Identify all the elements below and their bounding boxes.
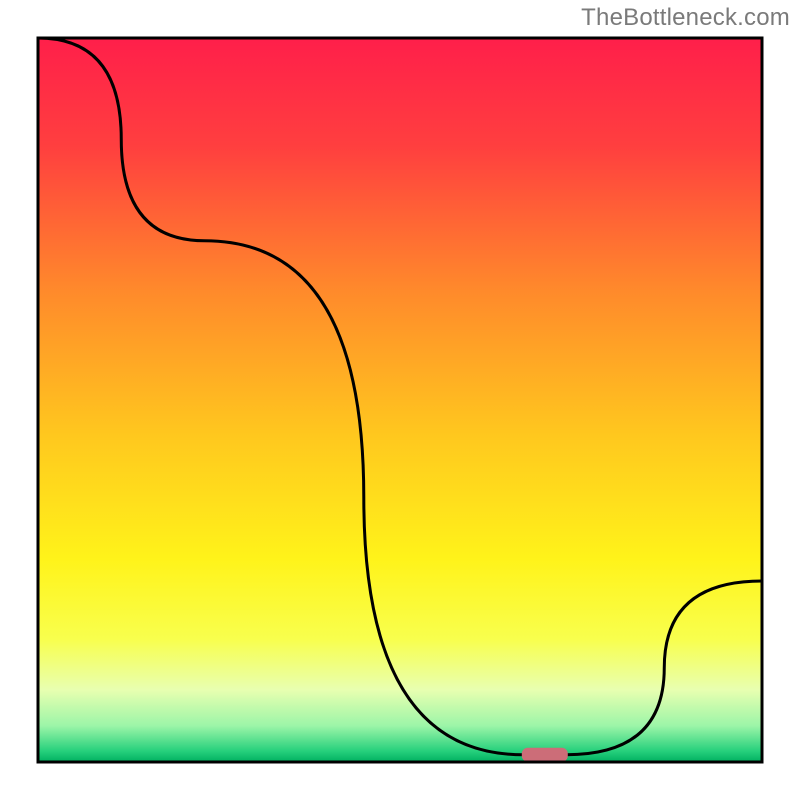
gradient-background — [38, 38, 762, 762]
chart-container: TheBottleneck.com — [0, 0, 800, 800]
bottleneck-curve-chart — [0, 0, 800, 800]
minimum-marker — [522, 748, 568, 762]
